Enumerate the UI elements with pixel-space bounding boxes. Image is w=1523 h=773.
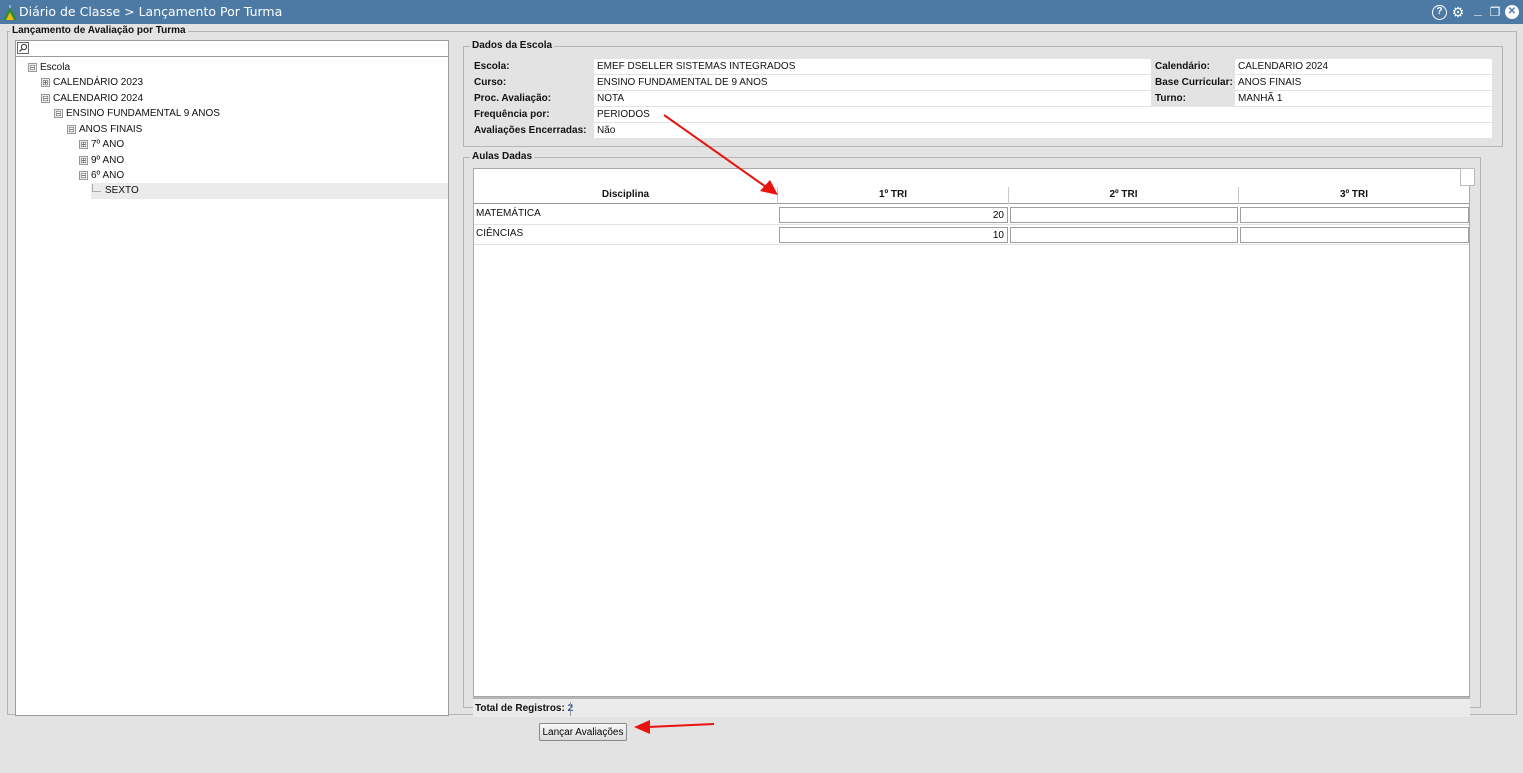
tree-node-anos-finais[interactable]: ⊟ ANOS FINAIS — [67, 122, 142, 137]
expand-icon[interactable]: ⊞ — [79, 139, 88, 149]
restore-icon[interactable]: ❐ — [1487, 4, 1503, 20]
tree-node-sexto[interactable]: SEXTO — [92, 183, 139, 198]
close-icon[interactable]: ✕ — [1505, 5, 1519, 19]
base-curricular-value: ANOS FINAIS — [1235, 75, 1492, 90]
tree-node-label: 7º ANO — [91, 139, 125, 150]
tree-node-label: ANOS FINAIS — [79, 124, 143, 135]
annotation-arrow-line-2 — [647, 723, 715, 728]
tree-node-label: CALENDARIO 2024 — [53, 93, 144, 104]
escola-value: EMEF DSELLER SISTEMAS INTEGRADOS — [594, 59, 1151, 74]
search-glyph-icon — [19, 43, 28, 52]
base-curricular-label: Base Curricular: — [1155, 77, 1233, 88]
app-logo-icon — [3, 5, 17, 20]
tree-selection-highlight — [91, 183, 448, 199]
tree-node-7-ano[interactable]: ⊞ 7º ANO — [79, 137, 124, 152]
tree-node-label: Escola — [40, 62, 71, 73]
collapse-icon[interactable]: ⊟ — [28, 62, 37, 72]
tri2-input[interactable] — [1010, 227, 1238, 243]
aulas-dadas-legend: Aulas Dadas — [470, 151, 535, 162]
window-title: Diário de Classe > Lançamento Por Turma — [19, 4, 283, 19]
tri1-input[interactable] — [779, 227, 1008, 243]
tree-search-bar[interactable] — [16, 41, 448, 57]
tree-node-label: 6º ANO — [91, 170, 125, 181]
tri3-input[interactable] — [1240, 207, 1469, 223]
proc-avaliacao-value: NOTA — [594, 91, 1151, 106]
search-icon[interactable] — [17, 42, 29, 54]
tree-node-calendario-2023[interactable]: ⊞ CALENDÁRIO 2023 — [41, 75, 143, 90]
frequencia-value: PERIODOS — [594, 107, 1492, 122]
aulas-grid: Disciplina 1º TRI 2º TRI 3º TRI MATEMÁTI… — [473, 168, 1470, 697]
tree-node-calendario-2024[interactable]: ⊟ CALENDARIO 2024 — [41, 91, 143, 106]
expand-icon[interactable]: ⊞ — [41, 77, 50, 87]
tree-node-label: 9º ANO — [91, 155, 125, 166]
title-bar: Diário de Classe > Lançamento Por Turma … — [0, 0, 1523, 24]
turma-legend: Lançamento de Avaliação por Turma — [10, 25, 188, 36]
collapse-icon[interactable]: ⊟ — [41, 93, 50, 103]
footer-separator — [570, 702, 571, 716]
grid-header: Disciplina 1º TRI 2º TRI 3º TRI — [474, 169, 1469, 204]
tri1-input[interactable] — [779, 207, 1008, 223]
grid-footer: Total de Registros: 2 — [473, 697, 1470, 717]
avaliacoes-encerradas-value: Não — [594, 123, 1492, 138]
tree-node-label: CALENDÁRIO 2023 — [53, 77, 144, 88]
table-row: CIÊNCIAS — [474, 225, 1469, 245]
proc-avaliacao-label: Proc. Avaliação: — [474, 93, 552, 104]
escola-label: Escola: — [474, 61, 510, 72]
dados-escola-legend: Dados da Escola — [470, 40, 555, 51]
collapse-icon[interactable]: ⊟ — [67, 124, 76, 134]
curso-value: ENSINO FUNDAMENTAL DE 9 ANOS — [594, 75, 1151, 90]
calendario-label: Calendário: — [1155, 61, 1211, 72]
tree-node-ensino-fundamental[interactable]: ⊟ ENSINO FUNDAMENTAL 9 ANOS — [54, 106, 220, 121]
collapse-icon[interactable]: ⊟ — [79, 170, 88, 180]
gear-icon[interactable]: ⚙ — [1450, 4, 1466, 20]
annotation-arrowhead-2 — [634, 720, 650, 734]
tri2-input[interactable] — [1010, 207, 1238, 223]
turno-value: MANHÃ 1 — [1235, 91, 1492, 106]
tree-node-escola[interactable]: ⊟ Escola — [28, 60, 70, 75]
tri3-input[interactable] — [1240, 227, 1469, 243]
tree-node-9-ano[interactable]: ⊞ 9º ANO — [79, 153, 124, 168]
lancar-avaliacoes-button[interactable]: Lançar Avaliações — [539, 723, 627, 741]
col-header-disciplina[interactable]: Disciplina — [474, 189, 777, 204]
total-registros-label: Total de Registros: 2 — [475, 703, 573, 714]
table-row: MATEMÁTICA — [474, 205, 1469, 225]
turma-tree: ⊟ Escola ⊞ CALENDÁRIO 2023 ⊟ CALENDARIO 202… — [15, 40, 449, 716]
disciplina-cell: MATEMÁTICA — [476, 208, 541, 219]
frequencia-label: Frequência por: — [474, 109, 550, 120]
help-icon[interactable]: ? — [1432, 5, 1447, 20]
tree-node-label: ENSINO FUNDAMENTAL 9 ANOS — [66, 108, 220, 119]
minimize-icon[interactable]: _ — [1470, 2, 1486, 20]
tree-leaf-connector — [92, 184, 101, 192]
grid-corner-menu-button[interactable] — [1460, 168, 1475, 186]
col-header-tri1[interactable]: 1º TRI — [778, 189, 1008, 204]
tree-node-6-ano[interactable]: ⊟ 6º ANO — [79, 168, 124, 183]
collapse-icon[interactable]: ⊟ — [54, 108, 63, 118]
tree-node-label: SEXTO — [105, 185, 139, 196]
col-header-tri2[interactable]: 2º TRI — [1009, 189, 1238, 204]
curso-label: Curso: — [474, 77, 507, 88]
avaliacoes-encerradas-label: Avaliações Encerradas: — [474, 125, 587, 136]
expand-icon[interactable]: ⊞ — [79, 155, 88, 165]
disciplina-cell: CIÊNCIAS — [476, 228, 524, 239]
calendario-value: CALENDARIO 2024 — [1235, 59, 1492, 74]
col-header-tri3[interactable]: 3º TRI — [1239, 189, 1469, 204]
total-registros-text: Total de Registros: — [475, 703, 565, 714]
turno-label: Turno: — [1155, 93, 1186, 104]
